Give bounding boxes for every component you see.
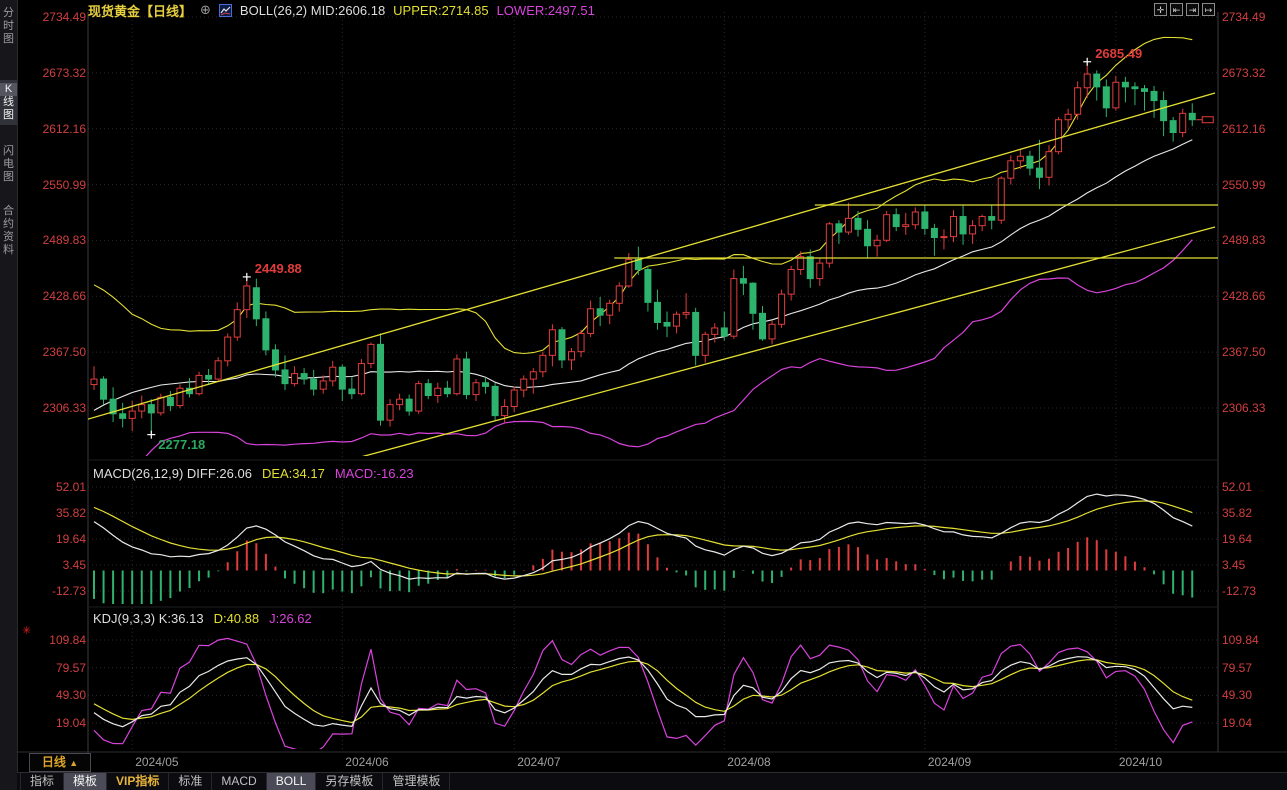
annotation-2277.18: 2277.18 <box>158 436 206 452</box>
sidebar-item-char: 图 <box>3 109 14 121</box>
kdj-axis-label: 79.57 <box>1222 660 1253 675</box>
sidebar-item-char: 闪 <box>3 145 14 157</box>
boll-indicator-label: BOLL(26,2) MID:2606.18 <box>239 2 386 18</box>
bottom-tab-bar: 指标 模板 VIP指标 标准 MACD BOLL 另存模板 管理模板 <box>17 772 1287 790</box>
tab-standard[interactable]: 标准 <box>169 773 213 790</box>
macd-axis-label: 3.45 <box>62 558 86 572</box>
kdj-axis-label: 19.04 <box>55 716 86 730</box>
macd-axis-label: 19.64 <box>55 532 86 546</box>
macd-axis-label: 19.64 <box>1222 532 1253 546</box>
sidebar-item-flash-chart[interactable]: 闪电图 <box>0 142 17 187</box>
tab-template[interactable]: 模板 <box>64 773 108 790</box>
symbol-title: 现货黄金【日线】 <box>88 3 193 19</box>
macd-axis-label: -12.73 <box>51 584 86 598</box>
period-label: 日线 <box>41 755 66 769</box>
sidebar-item-char: 约 <box>3 218 14 230</box>
sidebar-item-char: 资 <box>3 231 14 243</box>
sidebar-item-char: 图 <box>3 33 14 45</box>
sidebar-item-char: 电 <box>3 158 14 170</box>
tab-macd[interactable]: MACD <box>212 773 267 790</box>
price-axis-label: 2367.50 <box>42 345 86 360</box>
price-axis-label: 2612.16 <box>1222 121 1266 136</box>
x-axis-month-label: 2024/07 <box>517 755 561 769</box>
kline-logo-icon <box>218 3 232 17</box>
macd-dea-label: DEA:34.17 <box>261 466 325 481</box>
chart-type-sidebar: 分时图K线图闪电图合约资料 <box>0 0 18 790</box>
period-selector[interactable]: 日线 ▲ <box>29 753 91 772</box>
price-axis-label: 2367.50 <box>1222 345 1266 360</box>
annotation-2685.49: 2685.49 <box>1095 45 1143 61</box>
kdj-j-label: J:26.62 <box>269 611 312 626</box>
sidebar-item-contract-info[interactable]: 合约资料 <box>0 202 17 260</box>
kdj-axis-label: 49.30 <box>55 688 86 703</box>
axis-scale-left-icon[interactable]: ⇤ <box>1170 3 1183 16</box>
sidebar-item-kline-chart[interactable]: K线图 <box>0 80 17 125</box>
price-axis-label: 2489.83 <box>1222 233 1266 248</box>
sidebar-item-char: 时 <box>3 20 14 32</box>
kdj-panel-title: KDJ(9,3,3) K:36.13 D:40.88 J:26.62 <box>93 611 312 626</box>
tab-indicator[interactable]: 指标 <box>20 773 65 790</box>
pan-right-icon[interactable]: ↦ <box>1202 3 1215 16</box>
macd-diff-label: MACD(26,12,9) DIFF:26.06 <box>93 466 252 481</box>
price-axis-label: 2550.99 <box>42 177 86 192</box>
macd-value-label: MACD:-16.23 <box>334 466 414 481</box>
price-axis-label: 2612.16 <box>42 121 86 136</box>
kdj-axis-label: 19.04 <box>1222 716 1253 730</box>
sidebar-item-char: 分 <box>3 7 14 19</box>
tab-manage-template[interactable]: 管理模板 <box>383 773 451 790</box>
sidebar-item-char: 料 <box>3 244 14 256</box>
sidebar-item-char: 线 <box>3 96 14 108</box>
kdj-axis-label: 109.84 <box>1222 633 1259 647</box>
boll-upper-label: UPPER:2714.85 <box>393 2 489 18</box>
price-axis-label: 2306.33 <box>42 400 86 415</box>
macd-axis-label: 52.01 <box>1222 480 1253 494</box>
axis-scale-right-icon[interactable]: ⇥ <box>1186 3 1199 16</box>
macd-axis-label: -12.73 <box>1222 584 1257 598</box>
price-axis-label: 2673.32 <box>1222 65 1266 80</box>
circle-plus-icon[interactable]: ⊕ <box>200 2 211 18</box>
x-axis-month-label: 2024/06 <box>345 755 389 769</box>
kdj-k-label: KDJ(9,3,3) K:36.13 <box>93 611 204 626</box>
x-axis-month-label: 2024/08 <box>727 755 771 769</box>
price-axis-label: 2428.66 <box>1222 289 1266 304</box>
indicator-alert-icon: ✳ <box>22 625 32 637</box>
chart-header: 现货黄金【日线】 ⊕ BOLL(26,2) MID:2606.18 UPPER:… <box>88 2 595 19</box>
macd-panel-title: MACD(26,12,9) DIFF:26.06 DEA:34.17 MACD:… <box>93 466 414 481</box>
x-axis-month-label: 2024/10 <box>1118 755 1163 769</box>
price-axis-label: 2734.49 <box>1222 10 1266 24</box>
price-axis-label: 2550.99 <box>1222 177 1266 192</box>
price-axis-label: 2306.33 <box>1222 400 1266 415</box>
price-axis-label: 2734.49 <box>42 10 86 24</box>
kdj-d-label: D:40.88 <box>213 611 260 626</box>
annotation-2449.88: 2449.88 <box>254 260 302 276</box>
sidebar-item-char: 合 <box>3 205 14 217</box>
tab-save-template[interactable]: 另存模板 <box>316 773 384 790</box>
price-axis-label: 2428.66 <box>42 289 86 304</box>
macd-axis-label: 35.82 <box>1222 506 1253 520</box>
tab-boll[interactable]: BOLL <box>266 773 317 790</box>
x-axis-month-label: 2024/05 <box>135 755 179 769</box>
sidebar-item-char: K <box>0 83 17 96</box>
macd-axis-label: 52.01 <box>55 480 86 494</box>
crosshair-icon[interactable]: ✛ <box>1154 3 1167 16</box>
chart-canvas[interactable] <box>0 0 1287 790</box>
period-up-arrow: ▲ <box>69 758 79 768</box>
macd-axis-label: 35.82 <box>55 506 86 520</box>
sidebar-item-char: 图 <box>3 171 14 183</box>
price-axis-label: 2489.83 <box>42 233 86 248</box>
price-axis-label: 2673.32 <box>42 65 86 80</box>
x-axis-month-label: 2024/09 <box>927 755 972 769</box>
macd-axis-label: 3.45 <box>1222 558 1246 572</box>
chart-toolbar: ✛ ⇤ ⇥ ↦ <box>1154 3 1215 16</box>
trading-app-window: 分时图K线图闪电图合约资料 现货黄金【日线】 ⊕ BOLL(26,2) MID:… <box>0 0 1287 790</box>
kdj-axis-label: 49.30 <box>1222 688 1253 703</box>
boll-lower-label: LOWER:2497.51 <box>496 2 595 18</box>
tab-vip-indicator[interactable]: VIP指标 <box>107 773 170 790</box>
kdj-axis-label: 79.57 <box>55 660 86 675</box>
sidebar-item-time-chart[interactable]: 分时图 <box>0 4 17 49</box>
